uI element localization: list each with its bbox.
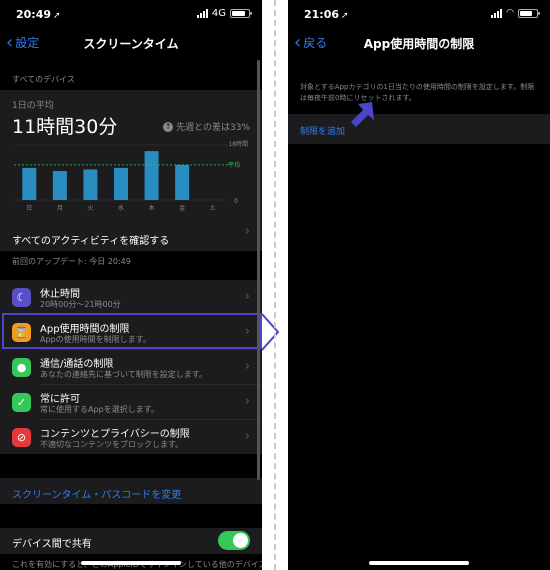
change-passcode-link[interactable]: スクリーンタイム・パスコードを変更: [12, 486, 181, 501]
all-activity-label: すべてのアクティビティを確認する: [12, 236, 170, 247]
limit-description: 対象とするAppカテゴリの1日当たりの使用時間の制限を設定します。制限は毎夜午前…: [300, 83, 535, 102]
average-line-label: 平均: [228, 161, 240, 169]
wifi-icon: ◠: [506, 8, 514, 18]
feature-subtitle: あなたの連絡先に基づいて制限を設定します。: [40, 370, 207, 379]
feature-subtitle: 常に使用するAppを選択します。: [40, 405, 159, 414]
share-label: デバイス間で共有: [12, 539, 92, 550]
signal-icon: [196, 9, 208, 18]
share-across-devices-row: デバイス間で共有: [0, 528, 262, 554]
status-bar: 20:49 ➚ 4G: [0, 0, 262, 28]
divider-line: [274, 0, 276, 570]
feature-title: 通信/通話の制限: [40, 359, 114, 370]
scrollbar[interactable]: [257, 60, 260, 480]
location-icon: ➚: [341, 11, 349, 21]
page-title: スクリーンタイム: [83, 37, 179, 51]
weekly-usage-chart: 18時間 0 平均 日 月 火 水 木 金 土: [14, 140, 248, 212]
status-bar: 21:06 ➚ ◠: [288, 0, 550, 28]
moon-icon: ☾: [12, 288, 31, 307]
nav-bar: ‹ 戻る App使用時間の制限: [288, 28, 550, 58]
chevron-right-icon: ›: [244, 359, 250, 374]
person-icon: ●: [12, 358, 31, 377]
location-icon: ➚: [53, 11, 61, 21]
x-tick-label: 月: [57, 205, 63, 212]
add-limit-row[interactable]: 制限を追加: [288, 114, 550, 144]
battery-icon: [230, 9, 252, 18]
network-label: 4G: [211, 8, 226, 19]
checkmark-icon: ✓: [12, 393, 31, 412]
x-tick-label: 金: [179, 204, 185, 212]
feature-subtitle: 不適切なコンテンツをブロックします。: [40, 440, 184, 449]
chart-bar: [52, 170, 67, 200]
chart-bar: [175, 164, 190, 200]
chevron-right-icon: ›: [244, 289, 250, 304]
add-limit-link[interactable]: 制限を追加: [300, 124, 345, 137]
chevron-right-icon: ›: [244, 429, 250, 444]
usage-summary-card[interactable]: 1日の平均 11時間30分 ↑ 先週との差は33% 18時間 0 平均 日月火水…: [0, 90, 262, 225]
feature-row[interactable]: ✓ 常に許可 常に使用するAppを選択します。 ›: [0, 385, 262, 420]
left-phone-screen: 20:49 ➚ 4G ‹ 設定 スクリーンタイム すべてのデバイス 1日の平均 1…: [0, 0, 262, 570]
page-title: App使用時間の制限: [363, 37, 475, 51]
home-indicator[interactable]: [81, 561, 181, 565]
feature-subtitle: 20時00分～21時00分: [40, 300, 121, 309]
feature-title: コンテンツとプライバシーの制限: [40, 429, 190, 440]
chart-bar: [114, 167, 128, 200]
last-update-label: 前回のアップデート: 今日 20:49: [12, 257, 131, 266]
chevron-right-icon: ›: [244, 223, 250, 239]
highlight-box: [2, 313, 262, 349]
feature-title: 常に許可: [40, 394, 80, 405]
right-phone-screen: 21:06 ➚ ◠ ‹ 戻る App使用時間の制限 対象とするAppカテゴリの1日…: [288, 0, 550, 570]
battery-icon: [518, 8, 540, 18]
pointer-arrow: [262, 313, 280, 351]
x-tick-label: 水: [118, 204, 124, 212]
x-tick-label: 土: [210, 204, 216, 212]
block-icon: ⊘: [12, 428, 31, 447]
x-tick-label: 日: [26, 205, 32, 212]
x-tick-label: 木: [149, 204, 155, 212]
all-activity-row[interactable]: すべてのアクティビティを確認する ›: [0, 223, 262, 251]
annotation-arrow-icon: [351, 102, 374, 127]
status-time: 20:49: [16, 8, 52, 21]
chart-bar: [22, 167, 37, 200]
feature-row[interactable]: ● 通信/通話の制限 あなたの連絡先に基づいて制限を設定します。 ›: [0, 350, 262, 385]
chart-bar: [144, 151, 159, 200]
chevron-right-icon: ›: [244, 394, 250, 409]
section-label-all-devices: すべてのデバイス: [12, 75, 75, 84]
y-max-label: 18時間: [228, 140, 248, 148]
nav-bar: ‹ 設定 スクリーンタイム: [0, 28, 262, 58]
x-tick-label: 火: [87, 205, 93, 212]
feature-row[interactable]: ☾ 休止時間 20時00分～21時00分 ›: [0, 280, 262, 315]
y-zero-label: 0: [234, 198, 238, 205]
home-indicator[interactable]: [369, 561, 469, 565]
chart-bar: [83, 169, 98, 200]
passcode-row[interactable]: スクリーンタイム・パスコードを変更: [0, 478, 262, 504]
feature-row[interactable]: ⊘ コンテンツとプライバシーの制限 不適切なコンテンツをブロックします。 ›: [0, 420, 262, 455]
feature-title: 休止時間: [40, 289, 80, 300]
features-list: ☾ 休止時間 20時00分～21時00分 › ⌛ App使用時間の制限 Appの使用時間を制…: [0, 280, 262, 454]
share-toggle[interactable]: [218, 531, 250, 550]
signal-icon: [491, 8, 503, 18]
status-time: 21:06: [304, 8, 340, 21]
